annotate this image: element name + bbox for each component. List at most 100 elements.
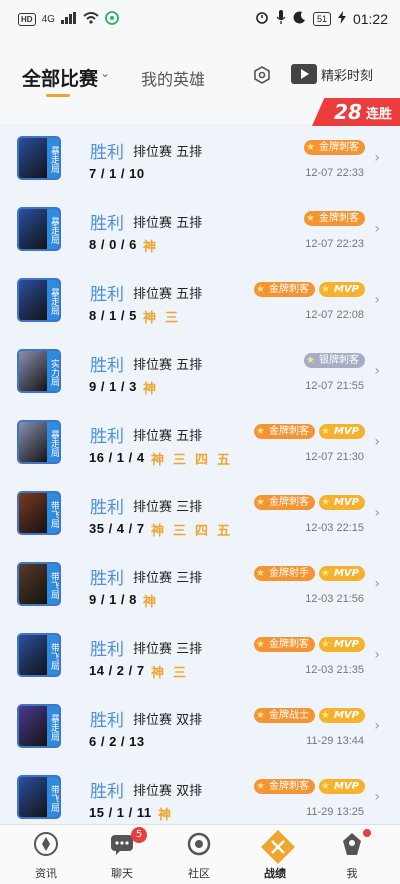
medal-badge: 金牌战士 [253, 708, 315, 723]
achievement-tag: 三 [173, 666, 187, 681]
match-result: 胜利 [90, 711, 124, 731]
tab-battle-record[interactable]: 战绩 [245, 829, 305, 881]
kda-score: 6 / 2 / 13 [89, 734, 145, 749]
match-row[interactable]: 带飞局 胜利 排位赛 三排 14 / 2 / 7 神三 金牌刺客MVP 12-0… [0, 621, 400, 692]
kda-score: 14 / 2 / 7 [89, 663, 145, 678]
tab-news[interactable]: 资讯 [16, 829, 76, 881]
badge-group: 金牌刺客 [304, 211, 365, 226]
match-row[interactable]: 带飞局 胜利 排位赛 三排 35 / 4 / 7 神三四五 金牌刺客MVP 12… [0, 479, 400, 550]
active-tab-indicator [46, 94, 70, 97]
kda-score: 16 / 1 / 4 [89, 450, 145, 465]
chevron-right-icon[interactable]: › [374, 221, 380, 237]
chevron-right-icon[interactable]: › [374, 505, 380, 521]
match-result: 胜利 [90, 143, 124, 163]
tab-chat[interactable]: 5 聊天 [92, 827, 152, 881]
status-left: HD 4G [18, 11, 119, 28]
chevron-right-icon[interactable]: › [374, 150, 380, 166]
chevron-right-icon[interactable]: › [374, 576, 380, 592]
match-time: 12-03 21:35 [305, 664, 364, 676]
match-time: 12-03 21:56 [305, 593, 364, 605]
match-time: 12-07 22:08 [305, 309, 364, 321]
highlights-button[interactable]: 精彩时刻 [291, 64, 373, 84]
achievement-tag: 三 [173, 453, 187, 468]
match-row[interactable]: 带飞局 胜利 排位赛 三排 9 / 1 / 8 神 金牌射手MVP 12-03 … [0, 550, 400, 621]
medal-badge: 金牌射手 [253, 566, 315, 581]
network-type: 4G [41, 14, 55, 25]
achievement-tag: 四 [195, 524, 209, 539]
medal-badge: 金牌刺客 [304, 140, 365, 155]
match-row[interactable]: 实力局 胜利 排位赛 五排 9 / 1 / 3 神 银牌刺客 12-07 21:… [0, 337, 400, 408]
achievement-tag: 神 [151, 666, 165, 681]
chevron-right-icon[interactable]: › [374, 292, 380, 308]
mvp-badge: MVP [318, 424, 365, 439]
mode-tag: 暴走局 [47, 422, 59, 462]
chevron-right-icon[interactable]: › [374, 647, 380, 663]
profile-icon [337, 829, 371, 859]
tab-label: 战绩 [264, 867, 286, 880]
match-mode: 排位赛 五排 [133, 358, 203, 373]
match-result: 胜利 [90, 214, 124, 234]
mode-tag: 暴走局 [47, 280, 59, 320]
do-not-disturb-icon [293, 10, 306, 27]
hero-avatar: 暴走局 [17, 704, 61, 748]
match-row[interactable]: 暴走局 胜利 排位赛 五排 8 / 1 / 5 神三 金牌刺客MVP 12-07… [0, 266, 400, 337]
kda-score: 8 / 0 / 6 [89, 237, 137, 252]
match-mode: 排位赛 双排 [133, 713, 203, 728]
badge-group: 金牌刺客 [304, 140, 365, 155]
chevron-down-icon[interactable]: ⌄ [100, 66, 110, 80]
achievement-tags: 神三 [143, 307, 178, 326]
match-row[interactable]: 暴走局 胜利 排位赛 双排 6 / 2 / 13 金牌战士MVP 11-29 1… [0, 692, 400, 763]
chevron-right-icon[interactable]: › [374, 718, 380, 734]
match-mode: 排位赛 三排 [133, 500, 203, 515]
match-mode: 排位赛 五排 [133, 429, 203, 444]
tab-community[interactable]: 社区 [169, 829, 229, 881]
hero-avatar: 带飞局 [17, 775, 61, 819]
mode-tag: 实力局 [47, 351, 59, 391]
notification-dot [363, 829, 371, 837]
match-result: 胜利 [90, 498, 124, 518]
match-row[interactable]: 暴走局 胜利 排位赛 五排 16 / 1 / 4 神三四五 金牌刺客MVP 12… [0, 408, 400, 479]
status-right: 51 01:22 [255, 10, 388, 27]
hero-portrait [19, 564, 49, 604]
match-mode: 排位赛 五排 [133, 145, 203, 160]
match-row[interactable]: 暴走局 胜利 排位赛 五排 8 / 0 / 6 神 金牌刺客 12-07 22:… [0, 195, 400, 266]
hero-avatar: 实力局 [17, 349, 61, 393]
alarm-icon [255, 10, 269, 27]
tab-label: 资讯 [35, 867, 57, 880]
mvp-badge: MVP [318, 779, 365, 794]
chevron-right-icon[interactable]: › [374, 363, 380, 379]
mvp-badge: MVP [318, 708, 365, 723]
clock: 01:22 [352, 10, 388, 27]
chevron-right-icon[interactable]: › [374, 434, 380, 450]
tab-label: 聊天 [111, 867, 133, 880]
match-mode: 排位赛 三排 [133, 642, 203, 657]
hero-avatar: 带飞局 [17, 491, 61, 535]
match-time: 12-03 22:15 [305, 522, 364, 534]
badge-group: 金牌刺客MVP [253, 637, 365, 652]
chevron-right-icon[interactable]: › [374, 789, 380, 805]
badge-group: 金牌刺客MVP [253, 282, 365, 297]
badge-group: 金牌射手MVP [253, 566, 365, 581]
match-time: 12-07 22:33 [305, 167, 364, 179]
match-result: 胜利 [90, 640, 124, 660]
tab-my-heroes[interactable]: 我的英雄 [141, 66, 205, 90]
hero-avatar: 带飞局 [17, 562, 61, 606]
tab-all-matches[interactable]: 全部比赛 [22, 64, 98, 91]
badge-group: 银牌刺客 [304, 353, 365, 368]
achievement-tag: 神 [143, 240, 157, 255]
streak-label: 连胜 [365, 106, 392, 122]
chat-icon: 5 [107, 827, 147, 859]
match-time: 11-29 13:25 [306, 806, 364, 818]
page-header: 全部比赛 ⌄ 我的英雄 精彩时刻 28 连胜 [0, 40, 400, 126]
mode-tag: 带飞局 [47, 493, 59, 533]
match-mode: 排位赛 三排 [133, 571, 203, 586]
streak-number: 28 [334, 100, 362, 124]
match-result: 胜利 [90, 427, 124, 447]
hero-avatar: 暴走局 [17, 207, 61, 251]
achievement-tag: 三 [173, 524, 187, 539]
match-time: 11-29 13:44 [306, 735, 364, 747]
settings-icon[interactable] [253, 66, 271, 84]
tab-profile[interactable]: 我 [322, 829, 382, 881]
match-row[interactable]: 暴走局 胜利 排位赛 五排 7 / 1 / 10 金牌刺客 12-07 22:3… [0, 124, 400, 195]
hd-indicator: HD [18, 13, 36, 26]
